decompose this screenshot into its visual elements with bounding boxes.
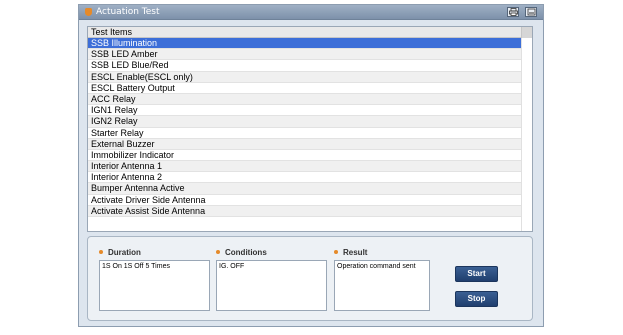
list-item[interactable]: ESCL Enable(ESCL only) [88, 71, 521, 83]
list-item[interactable]: IGN2 Relay [88, 116, 521, 128]
list-item[interactable]: ESCL Battery Output [88, 83, 521, 94]
duration-label: Duration [99, 248, 141, 258]
list-item[interactable]: Immobilizer Indicator [88, 150, 521, 162]
list-item[interactable]: Interior Antenna 2 [88, 172, 521, 184]
result-field: Operation command sent [334, 260, 430, 311]
conditions-field: IG. OFF [216, 260, 327, 311]
window-title: Actuation Test [96, 7, 160, 17]
title-bar: Actuation Test [79, 5, 543, 20]
start-button[interactable]: Start [455, 266, 498, 282]
bullet-icon [334, 250, 338, 254]
list-item[interactable]: SSB LED Blue/Red [88, 60, 521, 72]
list-item[interactable]: IGN1 Relay [88, 105, 521, 117]
bullet-icon [99, 250, 103, 254]
list-item[interactable]: Interior Antenna 1 [88, 161, 521, 173]
list-item[interactable]: Starter Relay [88, 128, 521, 139]
list-item[interactable]: SSB Illumination [88, 38, 521, 50]
header-corner [521, 27, 532, 38]
list-header: Test Items [88, 27, 521, 38]
list-item[interactable]: Bumper Antenna Active [88, 183, 521, 195]
list-scrollbar[interactable] [521, 38, 532, 231]
control-panel: Duration 1S On 1S Off 5 Times Conditions… [87, 236, 533, 321]
actuation-test-window: Actuation Test Test Items SSB Illuminati… [78, 4, 544, 327]
list-item[interactable]: Activate Assist Side Antenna [88, 205, 521, 217]
minimize-icon[interactable] [525, 7, 537, 17]
list-item[interactable]: SSB LED Amber [88, 49, 521, 61]
print-icon[interactable] [507, 7, 519, 17]
list-item[interactable]: Activate Driver Side Antenna [88, 195, 521, 206]
list-item[interactable]: External Buzzer [88, 138, 521, 150]
list-item[interactable]: ACC Relay [88, 93, 521, 106]
result-label: Result [334, 248, 367, 258]
bullet-icon [216, 250, 220, 254]
duration-field: 1S On 1S Off 5 Times [99, 260, 210, 311]
app-icon [85, 8, 92, 16]
test-items-list: Test Items SSB Illumination SSB LED Amber… [87, 26, 533, 232]
list-rows: SSB Illumination SSB LED Amber SSB LED Blu… [88, 38, 521, 217]
conditions-label: Conditions [216, 248, 267, 258]
stop-button[interactable]: Stop [455, 291, 498, 307]
